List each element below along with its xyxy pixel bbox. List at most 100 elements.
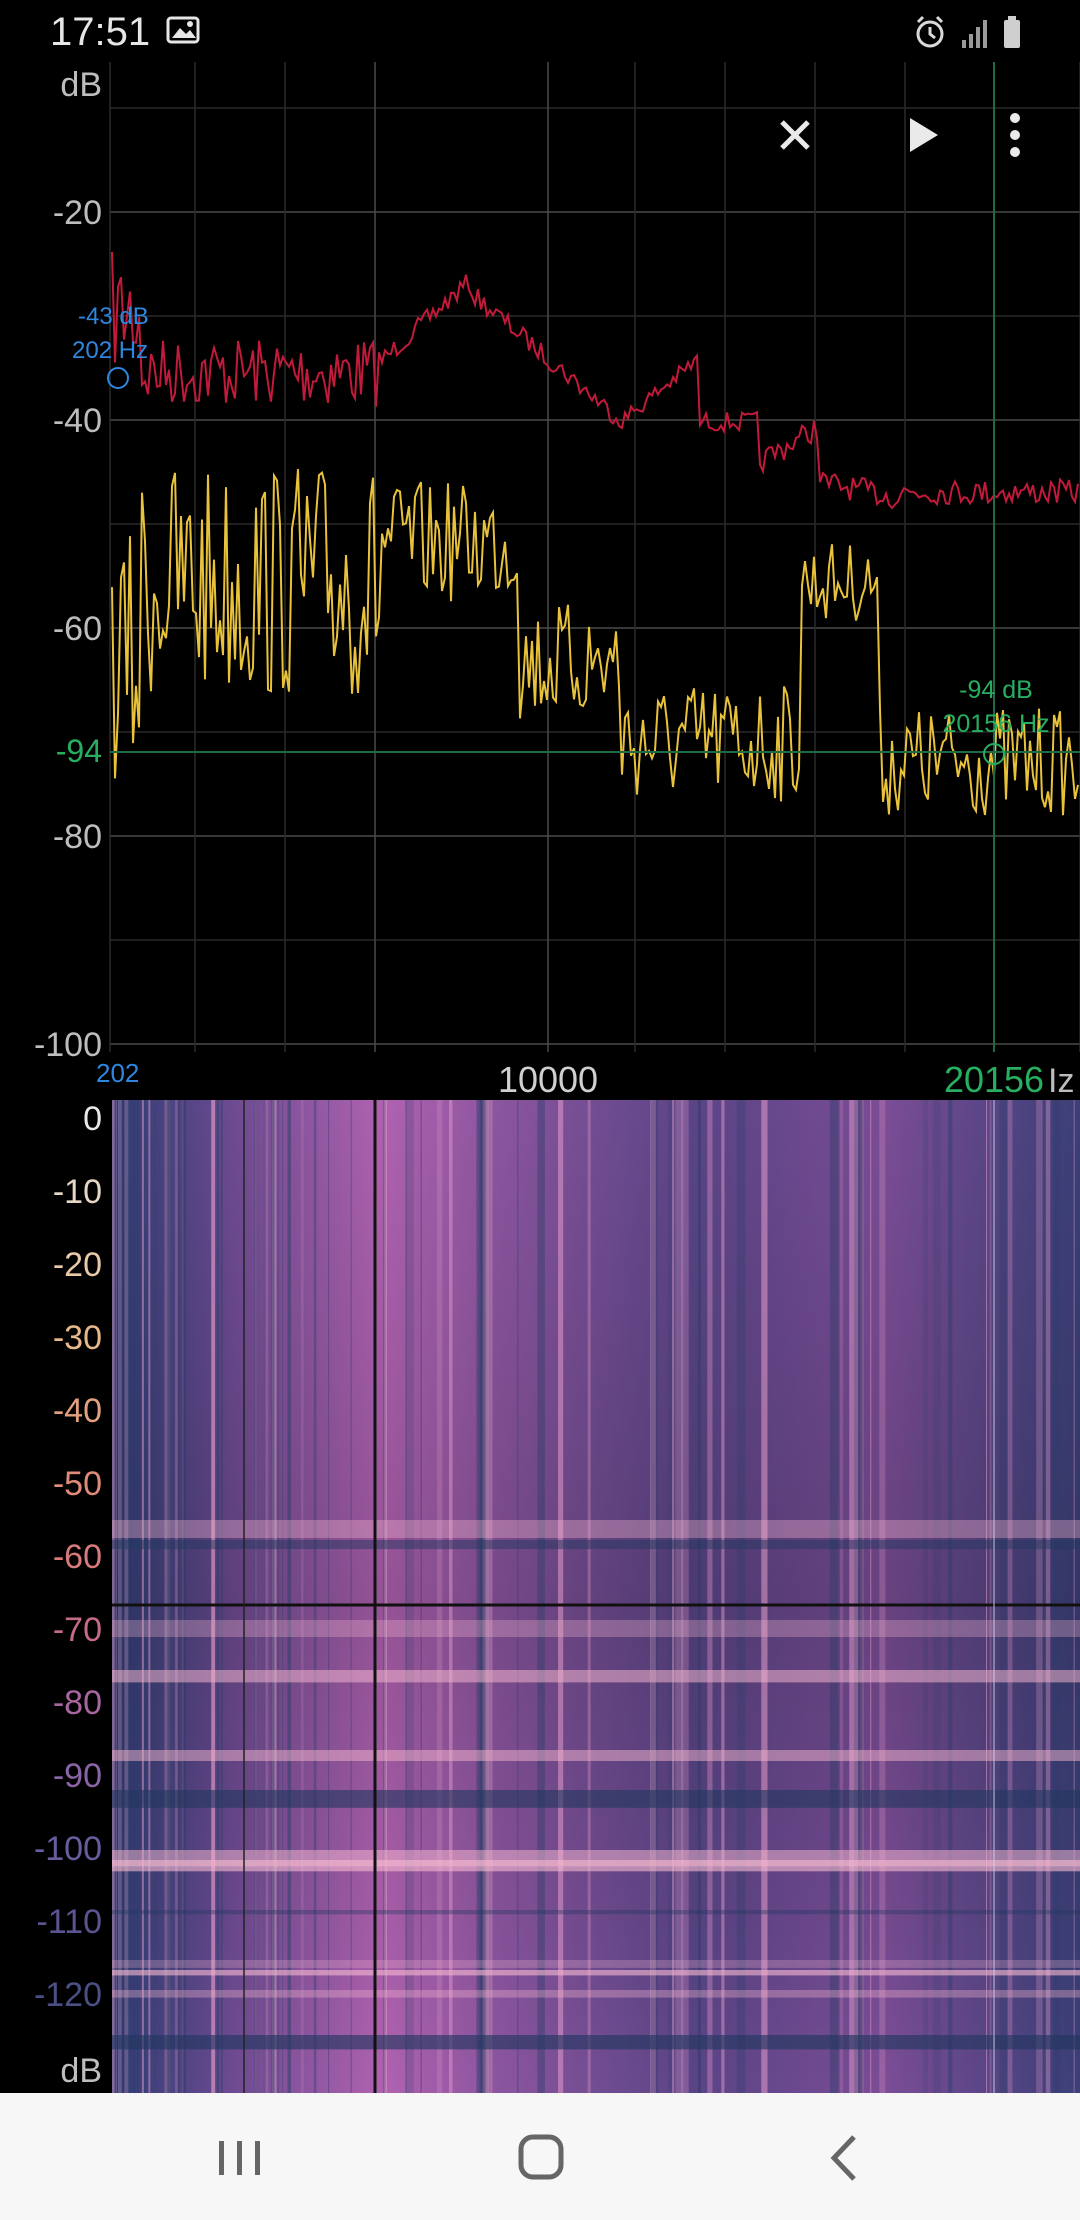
marker-high-hz: 20156 Hz <box>942 710 1049 738</box>
spectrogram-band <box>112 2035 1080 2050</box>
spectrogram-band <box>112 1520 1080 1538</box>
spectrogram-streak <box>254 1100 258 2095</box>
spectrogram-y-tick: -80 <box>53 1684 102 1722</box>
spectrogram-streak <box>870 1100 872 2095</box>
spectrogram-streak <box>276 1100 280 2095</box>
spectrogram-streak <box>1055 1100 1057 2095</box>
play-icon[interactable] <box>886 108 956 168</box>
spectrogram-streak <box>761 1100 768 2095</box>
spectrogram-band <box>112 1620 1080 1637</box>
spectrum-plot[interactable]: dB -20-40-60-80-100-120 -43 dB 202 Hz -9… <box>0 62 1080 1102</box>
spectrogram-band <box>112 1790 1080 1808</box>
spectrogram-streak <box>165 1100 170 2095</box>
spectrogram-band <box>112 1540 1080 1550</box>
spectrogram-streak <box>148 1100 151 2095</box>
spectrogram-streak <box>382 1100 386 2095</box>
spectrogram-streak <box>112 1100 116 2095</box>
home-icon[interactable] <box>497 2123 587 2193</box>
spectrogram-y-tick: -60 <box>53 1538 102 1576</box>
spectrogram-streak <box>220 1100 223 2095</box>
alarm-icon <box>916 15 944 48</box>
spectrogram-streak <box>537 1100 545 2095</box>
spectrogram-streak <box>449 1100 453 2095</box>
spectrogram-streak <box>999 1100 1007 2095</box>
spectrogram-streak <box>1036 1100 1043 2095</box>
spectrogram-y-tick: -40 <box>53 1392 102 1430</box>
spectrogram-y-tick: -100 <box>34 1830 102 1868</box>
spectrogram-streak <box>154 1100 156 2095</box>
close-icon[interactable] <box>760 108 830 168</box>
y-tick-label: -100 <box>34 1026 102 1064</box>
spectrogram-streak <box>485 1100 493 2095</box>
spectrogram-streak <box>476 1100 484 2095</box>
spectrogram-streak <box>948 1100 953 2095</box>
spectrogram-streak <box>989 1100 992 2095</box>
spectrogram-streak <box>721 1100 725 2095</box>
x-tick-10000: 10000 <box>498 1059 598 1100</box>
spectrogram-streak <box>1007 1100 1013 2095</box>
spectrogram-band <box>112 1750 1080 1761</box>
spectrogram-streak <box>328 1100 330 2095</box>
spectrogram-streak <box>1045 1100 1051 2095</box>
spectrogram-y-tick: -50 <box>53 1465 102 1503</box>
spectrogram-streak <box>1052 1100 1061 2095</box>
spectrogram-y-tick: -70 <box>53 1611 102 1649</box>
recents-icon[interactable] <box>195 2123 285 2193</box>
spectrogram-streak <box>124 1100 129 2095</box>
spectrogram-streak <box>697 1100 701 2095</box>
spectrogram-streak <box>672 1100 674 2095</box>
spectrogram-streak <box>132 1100 136 2095</box>
spectrogram-streak <box>350 1100 352 2095</box>
y-tick-label: -40 <box>53 402 102 440</box>
status-bar: 17:51 <box>0 0 1080 62</box>
spectrogram-streak <box>587 1100 591 2095</box>
signal-icon <box>962 20 987 48</box>
spectrogram-y-tick: -10 <box>53 1173 102 1211</box>
spectrogram-band <box>112 1960 1080 1968</box>
spectrogram-streak <box>313 1100 317 2095</box>
spectrogram-streak <box>176 1100 181 2095</box>
spectrogram-streak <box>406 1100 414 2095</box>
spectrogram-band <box>112 1670 1080 1683</box>
status-time: 17:51 <box>50 10 151 54</box>
spectrogram-streak <box>1073 1100 1075 2095</box>
spectrogram-y-tick: -120 <box>34 1976 102 2014</box>
spectrogram[interactable]: 0 -10 -20 -30 -40 -50 -60 -70 -80 -90 -100 -110 -120… <box>0 1100 1080 2095</box>
more-vert-icon[interactable] <box>980 108 1050 168</box>
spectrogram-streak <box>121 1100 125 2095</box>
spectrogram-streak <box>860 1100 863 2095</box>
spectrogram-streak <box>217 1100 219 2095</box>
spectrogram-streak <box>839 1100 844 2095</box>
y-tick-label: -80 <box>53 818 102 856</box>
spectrogram-streak <box>650 1100 659 2095</box>
spectrogram-streak <box>263 1100 267 2095</box>
spectrogram-streak <box>182 1100 186 2095</box>
spectrogram-streak <box>932 1100 941 2095</box>
marker-low-xlabel: 202 <box>96 1058 139 1088</box>
spectrogram-streak <box>558 1100 564 2095</box>
marker-high-db: -94 dB <box>959 676 1033 704</box>
spectrogram-y-tick: -30 <box>53 1319 102 1357</box>
navigation-bar <box>0 2093 1080 2220</box>
spectrogram-streak <box>420 1100 422 2095</box>
spectrogram-streak <box>517 1100 519 2095</box>
spectrogram-streak <box>986 1100 988 2095</box>
battery-icon <box>1004 16 1020 48</box>
spectrogram-streak <box>118 1100 122 2095</box>
marker-low-hz: 202 Hz <box>72 337 148 364</box>
spectrogram-streak <box>707 1100 713 2095</box>
spectrogram-y-tick: -20 <box>53 1246 102 1284</box>
spectrum-svg[interactable]: dB -20-40-60-80-100-120 -43 dB 202 Hz -9… <box>0 62 1080 1102</box>
back-icon[interactable] <box>800 2123 890 2193</box>
spectrogram-y-tick: -110 <box>36 1903 102 1941</box>
spectrogram-streak <box>879 1100 886 2095</box>
spectrogram-streak <box>301 1100 304 2095</box>
y-tick-label: -60 <box>53 610 102 648</box>
marker-high-ylabel: -94 <box>56 733 102 769</box>
y-tick-label: -20 <box>53 194 102 232</box>
spectrogram-streak <box>287 1100 291 2095</box>
spectrogram-streak <box>271 1100 275 2095</box>
spectrogram-streak <box>141 1100 144 2095</box>
spectrogram-band <box>112 1910 1080 1915</box>
spectrogram-svg[interactable]: 0 -10 -20 -30 -40 -50 -60 -70 -80 -90 -100 -110 -120… <box>0 1100 1080 2095</box>
